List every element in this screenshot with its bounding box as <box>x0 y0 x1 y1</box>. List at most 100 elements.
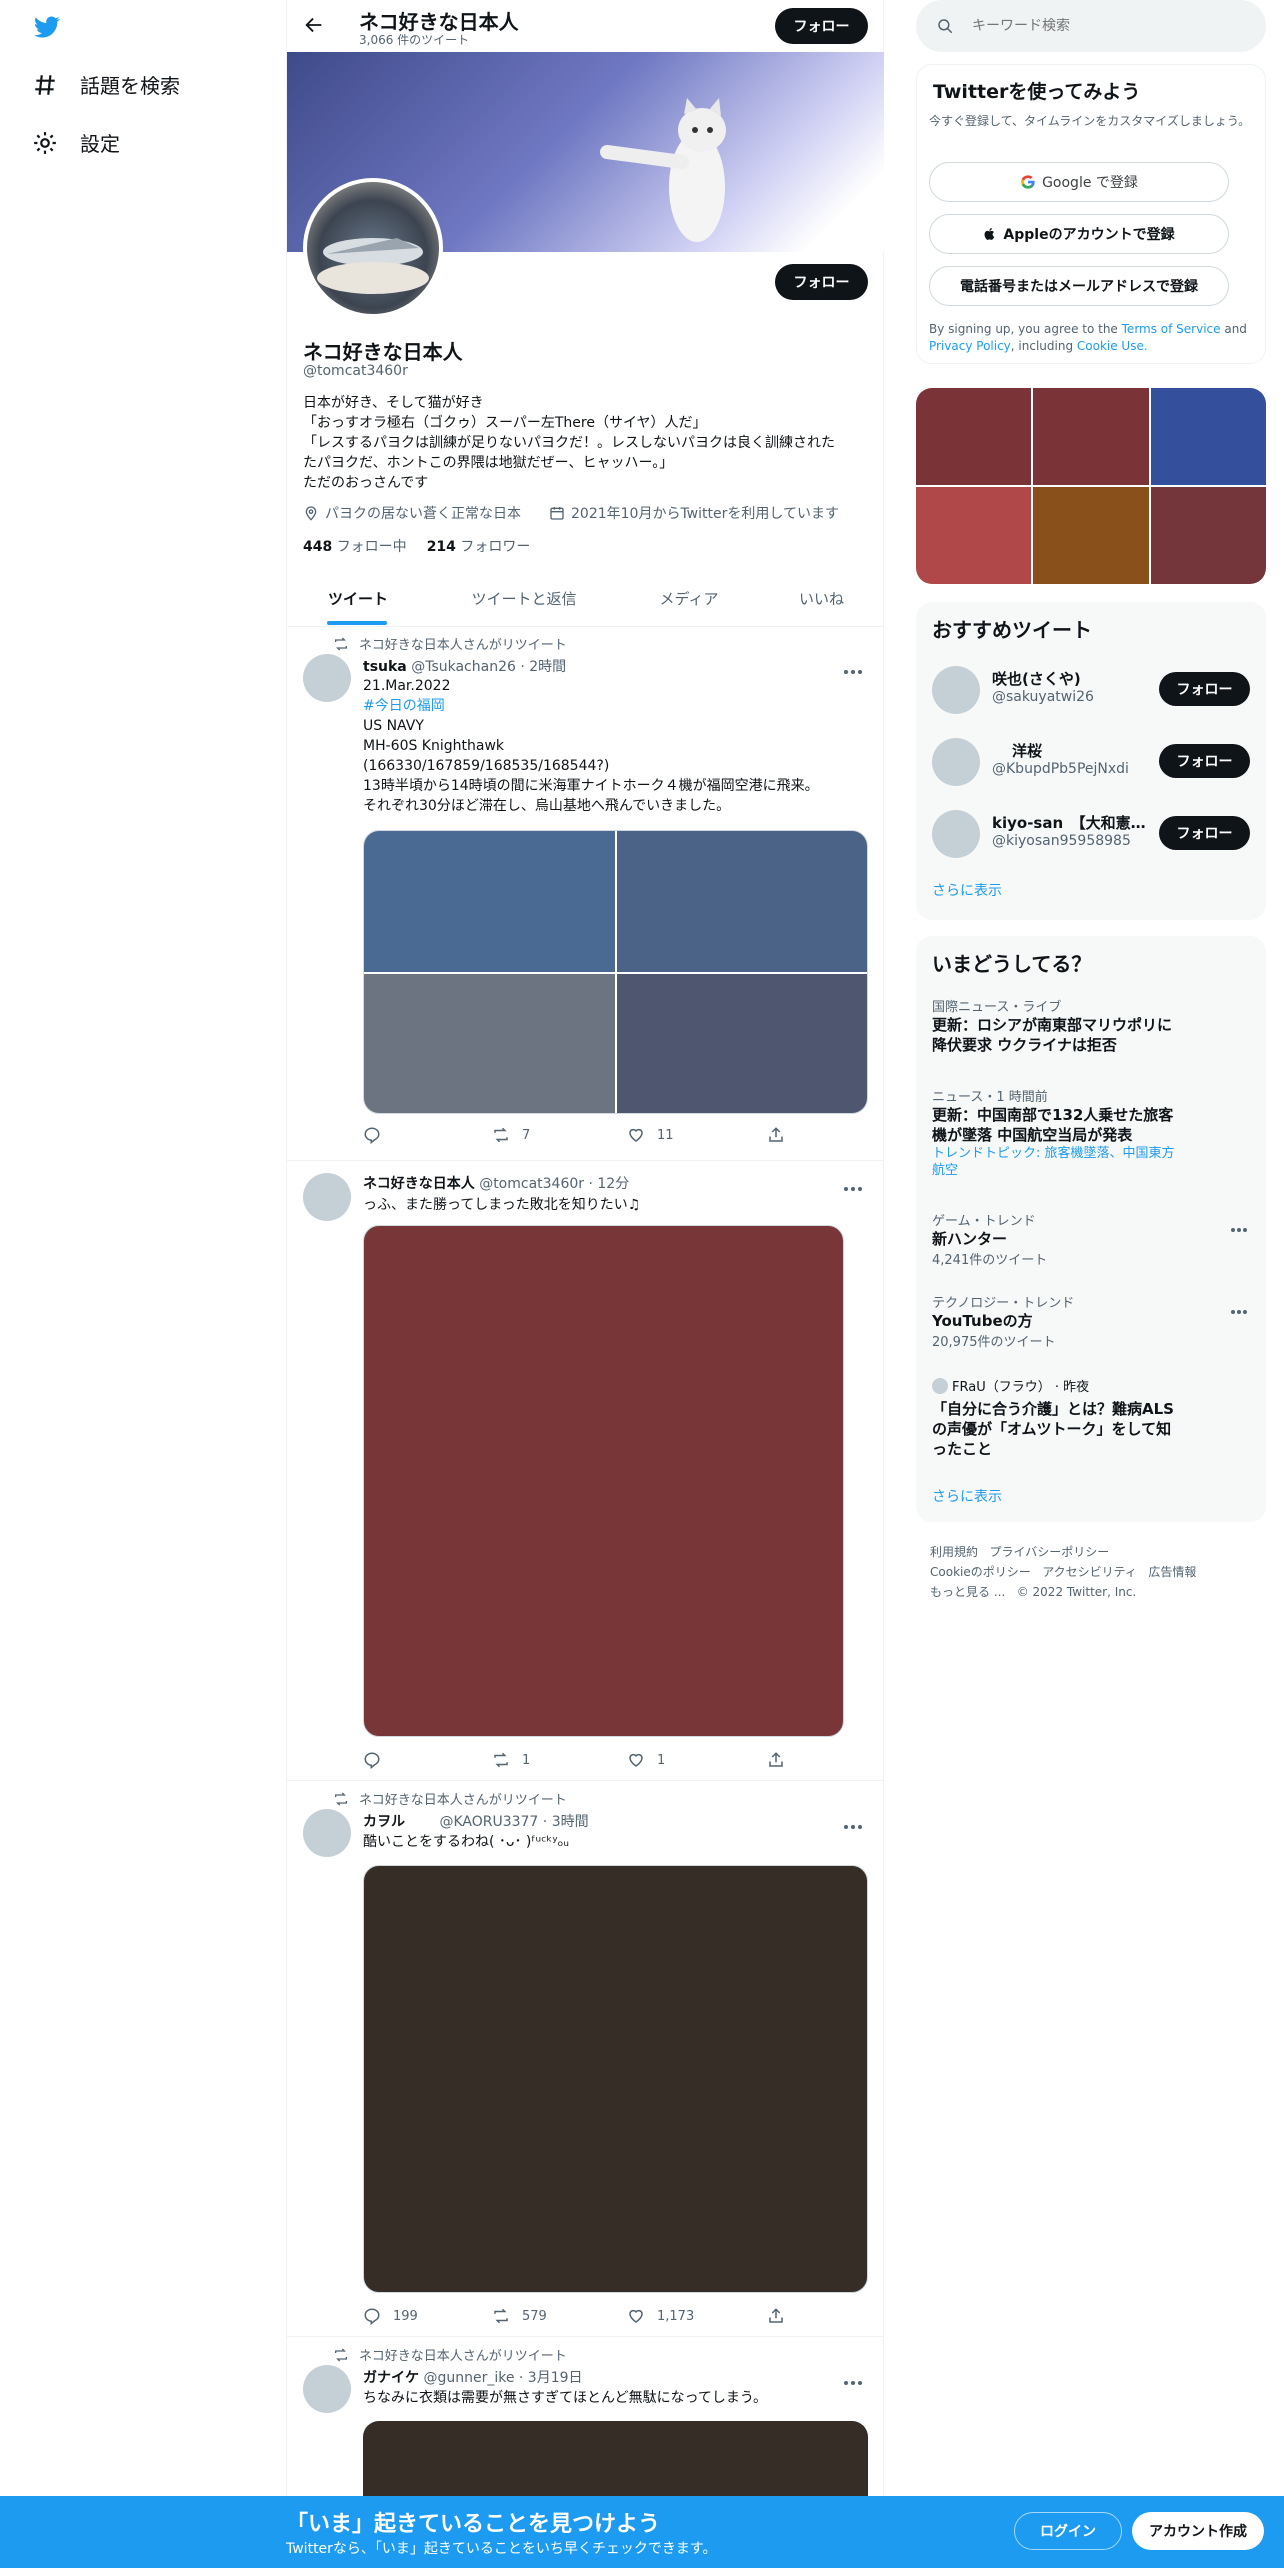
who-to-follow-more-link[interactable]: さらに表示 <box>932 880 1002 900</box>
share-button[interactable] <box>767 1751 797 1769</box>
back-arrow-icon[interactable] <box>303 14 325 40</box>
tab-tweets[interactable]: ツイート <box>287 572 429 625</box>
right-sidebar: Twitterを使ってみよう 今すぐ登録して、タイムラインをカスタマイズしましょ… <box>884 0 1284 2568</box>
profile-avatar[interactable] <box>303 178 443 318</box>
suggestion-follow-button[interactable]: フォロー <box>1159 744 1250 778</box>
google-signup-button[interactable]: Google で登録 <box>929 162 1229 202</box>
bio-line: 「レスするパヨクは訓練が足りないパヨクだ！。レスしないパヨクは良く訓練された <box>303 435 835 451</box>
suggestion-follow-button[interactable]: フォロー <box>1159 816 1250 850</box>
media-photo[interactable] <box>364 831 615 972</box>
avatar[interactable] <box>303 2365 351 2413</box>
tab-tweets-replies[interactable]: ツイートと返信 <box>429 572 619 625</box>
trend-item[interactable]: FRaU（フラウ） · 昨夜 「自分に合う介護」とは？難病ALSの声優が「オムツ… <box>932 1376 1182 1459</box>
follow-suggestion[interactable]: 咲也(さくや) @sakuyatwi26 フォロー <box>916 654 1266 726</box>
bottom-bar-title: 「いま」起きていることを見つけよう <box>286 2512 661 2537</box>
following-link[interactable]: 448 フォロー中 <box>303 536 407 556</box>
media-thumbnail[interactable] <box>1033 388 1149 485</box>
reply-button[interactable] <box>363 1126 393 1144</box>
nav-settings[interactable]: 設定 <box>32 128 120 157</box>
trend-item[interactable]: 国際ニュース・ライブ 更新：ロシアが南東部マリウポリに降伏要求 ウクライナは拒否 <box>932 996 1182 1055</box>
more-options-icon[interactable] <box>1230 1218 1248 1237</box>
login-button[interactable]: ログイン <box>1014 2512 1122 2550</box>
profile-name: ネコ好きな日本人 <box>303 340 463 364</box>
like-button[interactable]: 1,173 <box>627 2307 694 2325</box>
reply-button[interactable]: 199 <box>363 2307 418 2325</box>
apple-signup-button[interactable]: Appleのアカウントで登録 <box>929 214 1229 254</box>
more-options-icon[interactable] <box>843 1815 863 1834</box>
media-photo[interactable] <box>363 1225 844 1737</box>
more-options-icon[interactable] <box>843 2371 863 2390</box>
header-follow-button[interactable]: フォロー <box>775 8 868 44</box>
media-thumbnail[interactable] <box>916 388 1031 485</box>
tweet[interactable]: ネコ好きな日本人 @tomcat3460r · 12分 っふ、また勝ってしまった… <box>287 1161 884 1780</box>
media-thumbnail[interactable] <box>1033 487 1149 584</box>
retweet-label: ネコ好きな日本人さんがリツイート <box>359 2349 567 2364</box>
avatar[interactable] <box>303 1173 351 1221</box>
like-count: 1,173 <box>657 2308 695 2324</box>
media-photo[interactable] <box>364 974 615 1113</box>
tab-likes-label: いいね <box>798 590 844 608</box>
author-name[interactable]: カヲル <box>363 1814 405 1830</box>
suggestion-follow-button[interactable]: フォロー <box>1159 672 1250 706</box>
following-label: フォロー中 <box>336 539 407 555</box>
nav-explore[interactable]: 話題を検索 <box>32 70 180 99</box>
like-button[interactable]: 1 <box>627 1751 665 1769</box>
profile-media-grid[interactable] <box>916 388 1266 584</box>
reply-button[interactable] <box>363 1751 393 1769</box>
retweet-button[interactable]: 7 <box>492 1126 530 1144</box>
share-button[interactable] <box>767 1126 797 1144</box>
more-options-icon[interactable] <box>1230 1300 1248 1319</box>
tweet[interactable]: ネコ好きな日本人さんがリツイート ガナイケ @gunner_ike · 3月19… <box>287 2337 884 2561</box>
retweet-button[interactable]: 1 <box>492 1751 530 1769</box>
share-button[interactable] <box>767 2307 797 2325</box>
profile-follow-button[interactable]: フォロー <box>775 264 868 300</box>
hashtag-link[interactable]: #今日の福岡 <box>363 696 868 716</box>
media-photo[interactable] <box>617 831 867 972</box>
footer-link[interactable]: 利用規約 <box>930 1545 978 1559</box>
trend-category: ゲーム・トレンド <box>932 1214 1036 1229</box>
trend-item[interactable]: ゲーム・トレンド 新ハンター 4,241件のツイート <box>932 1210 1242 1268</box>
tab-tweets-label: ツイート <box>327 590 388 608</box>
avatar[interactable] <box>303 1809 351 1857</box>
media-thumbnail[interactable] <box>916 487 1031 584</box>
cookie-link[interactable]: Cookie Use. <box>1077 339 1148 353</box>
twitter-logo-icon[interactable] <box>32 14 62 44</box>
follow-suggestion[interactable]: kiyo-san 【大和憲… @kiyosan95958985 フォロー <box>916 798 1266 870</box>
footer-link[interactable]: アクセシビリティ <box>1042 1565 1137 1579</box>
like-button[interactable]: 11 <box>627 1126 674 1144</box>
privacy-link[interactable]: Privacy Policy <box>929 339 1011 353</box>
search-input[interactable] <box>972 18 1232 34</box>
trends-more-link[interactable]: さらに表示 <box>932 1486 1002 1506</box>
follow-suggestion[interactable]: 洋桜 @KbupdPb5PejNxdi フォロー <box>916 726 1266 798</box>
apple-signup-label: Appleのアカウントで登録 <box>1003 227 1175 243</box>
author-name[interactable]: ガナイケ <box>363 2370 419 2386</box>
media-thumbnail[interactable] <box>1151 487 1266 584</box>
tab-likes[interactable]: いいね <box>759 572 884 625</box>
author-name[interactable]: ネコ好きな日本人 <box>363 1176 475 1192</box>
tweet[interactable]: ネコ好きな日本人さんがリツイート tsuka @Tsukachan26 · 2時… <box>287 626 884 1160</box>
create-account-button[interactable]: アカウント作成 <box>1132 2512 1264 2550</box>
who-to-follow-card: おすすめツイート 咲也(さくや) @sakuyatwi26 フォロー 洋桜 @K… <box>916 602 1266 920</box>
more-options-icon[interactable] <box>843 1177 863 1196</box>
followers-link[interactable]: 214 フォロワー <box>427 536 531 556</box>
phone-email-signup-button[interactable]: 電話番号またはメールアドレスで登録 <box>929 266 1229 306</box>
trend-category: FRaU（フラウ） · 昨夜 <box>952 1380 1090 1395</box>
media-grid[interactable] <box>363 830 868 1114</box>
media-photo[interactable] <box>617 974 867 1113</box>
tab-media[interactable]: メディア <box>619 572 759 625</box>
trend-item[interactable]: ニュース・1 時間前 更新：中国南部で132人乗せた旅客機が墜落 中国航空当局が… <box>932 1086 1182 1179</box>
media-photo[interactable] <box>363 1865 868 2293</box>
retweet-button[interactable]: 579 <box>492 2307 547 2325</box>
media-thumbnail[interactable] <box>1151 388 1266 485</box>
footer-link[interactable]: もっと見る ... <box>930 1585 1005 1599</box>
trend-item[interactable]: テクノロジー・トレンド YouTubeの方 20,975件のツイート <box>932 1292 1242 1350</box>
footer-link[interactable]: プライバシーポリシー <box>989 1545 1109 1559</box>
author-name[interactable]: tsuka <box>363 659 407 675</box>
search-box[interactable] <box>916 0 1266 52</box>
trend-topics[interactable]: トレンドトピック: 旅客機墜落、中国東方航空 <box>932 1145 1182 1179</box>
avatar[interactable] <box>303 654 351 702</box>
tweet[interactable]: ネコ好きな日本人さんがリツイート カヲル @KAORU3377 · 3時間 酷い… <box>287 1781 884 2336</box>
terms-link[interactable]: Terms of Service <box>1122 322 1221 336</box>
footer-link[interactable]: 広告情報 <box>1148 1565 1196 1579</box>
footer-link[interactable]: Cookieのポリシー <box>930 1565 1031 1579</box>
